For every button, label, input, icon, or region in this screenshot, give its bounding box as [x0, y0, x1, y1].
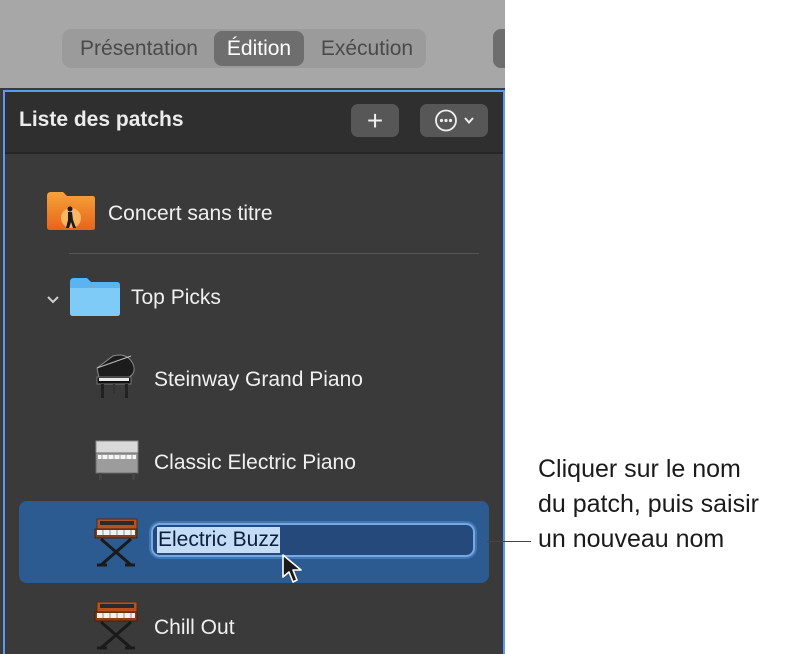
add-patch-button[interactable]: +: [351, 104, 399, 137]
plus-icon: +: [366, 105, 384, 136]
patch-name-selected-text: Electric Buzz: [157, 527, 281, 553]
callout-line-1: Cliquer sur le nom: [538, 455, 741, 483]
electric-piano-icon: [95, 440, 139, 480]
concert-folder-icon: [47, 192, 95, 230]
divider: [69, 253, 479, 254]
synth-keyboard-icon: [94, 518, 138, 567]
callout-line-2: du patch, puis saisir: [538, 490, 759, 518]
toolbar: Présentation Édition Exécution: [0, 0, 505, 88]
tab-execution[interactable]: Exécution: [308, 29, 426, 68]
callout-line-3: un nouveau nom: [538, 525, 725, 553]
panel-title: Liste des patchs: [19, 108, 184, 131]
list-item-electric-buzz[interactable]: Electric Buzz: [19, 501, 489, 583]
callout-line: [487, 541, 531, 542]
ellipsis-circle-icon: [435, 109, 474, 132]
tab-presentation[interactable]: Présentation: [66, 29, 212, 68]
patch-name-field[interactable]: Electric Buzz: [151, 523, 475, 557]
synth-keyboard-icon: [94, 601, 138, 650]
callout-text: Cliquer sur le nom du patch, puis saisir…: [538, 452, 759, 557]
list-item-label: Classic Electric Piano: [154, 451, 356, 474]
patch-list-panel: Liste des patchs + Concert sans titre To…: [3, 90, 505, 654]
patch-list: Concert sans titre Top Picks Steinway Gr…: [5, 154, 503, 654]
more-options-button[interactable]: [420, 104, 488, 137]
list-item-label: Top Picks: [131, 286, 221, 309]
list-item-label: Steinway Grand Piano: [154, 368, 363, 391]
panel-header: Liste des patchs +: [5, 92, 503, 154]
list-item-label: Chill Out: [154, 616, 235, 639]
chevron-down-icon[interactable]: [45, 292, 61, 308]
toolbar-button[interactable]: [493, 29, 505, 68]
folder-icon: [70, 278, 120, 316]
mainstage-window: Présentation Édition Exécution Liste des…: [0, 0, 505, 654]
list-item-label: Concert sans titre: [108, 202, 273, 225]
mouse-pointer-icon: [282, 554, 302, 583]
tab-edition[interactable]: Édition: [214, 31, 304, 66]
grand-piano-icon: [96, 354, 135, 398]
mode-segmented-control: Présentation Édition Exécution: [62, 29, 426, 68]
